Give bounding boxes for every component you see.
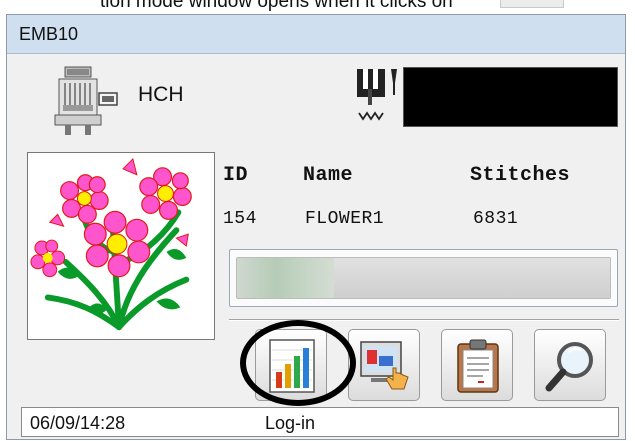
id-header: ID: [223, 164, 249, 187]
emb10-window: EMB10 HCH ID Name Stitches 154 FLOWER1 6…: [6, 14, 626, 440]
machine-message-display: [403, 67, 618, 127]
report-button[interactable]: [441, 329, 513, 401]
progress-bar: [229, 249, 618, 307]
remote-monitor-button[interactable]: [348, 329, 420, 401]
status-message: Log-in: [265, 413, 316, 433]
progress-track: [236, 257, 611, 299]
window-title: EMB10: [19, 24, 79, 44]
needle-bar-icon: [347, 65, 407, 135]
caption-button-image: [500, 0, 564, 8]
page-caption: tion mode window opens when it clicks on: [0, 0, 635, 14]
clipboard-icon: [457, 339, 499, 393]
bar-chart-icon: [269, 339, 315, 393]
divider: [229, 319, 619, 321]
embroidery-machine-icon: [53, 65, 119, 137]
design-name-value: FLOWER1: [305, 209, 385, 229]
status-bar: 06/09/14:28 Log-in: [21, 407, 619, 437]
stitch-count-value: 6831: [473, 209, 519, 229]
design-id-value: 154: [223, 209, 257, 229]
machine-label: HCH: [138, 83, 184, 106]
stitches-header: Stitches: [470, 164, 571, 187]
design-thumbnail: [27, 152, 215, 340]
magnifier-icon: [545, 342, 593, 392]
status-time: 06/09/14:28: [30, 413, 126, 433]
progress-fill: [237, 258, 334, 298]
monitor-hand-icon: [360, 341, 409, 390]
name-header: Name: [303, 164, 354, 187]
production-chart-button[interactable]: [255, 329, 327, 401]
caption-text: tion mode window opens when it clicks on: [100, 0, 453, 12]
search-button[interactable]: [534, 329, 606, 401]
title-bar[interactable]: EMB10: [7, 15, 625, 54]
